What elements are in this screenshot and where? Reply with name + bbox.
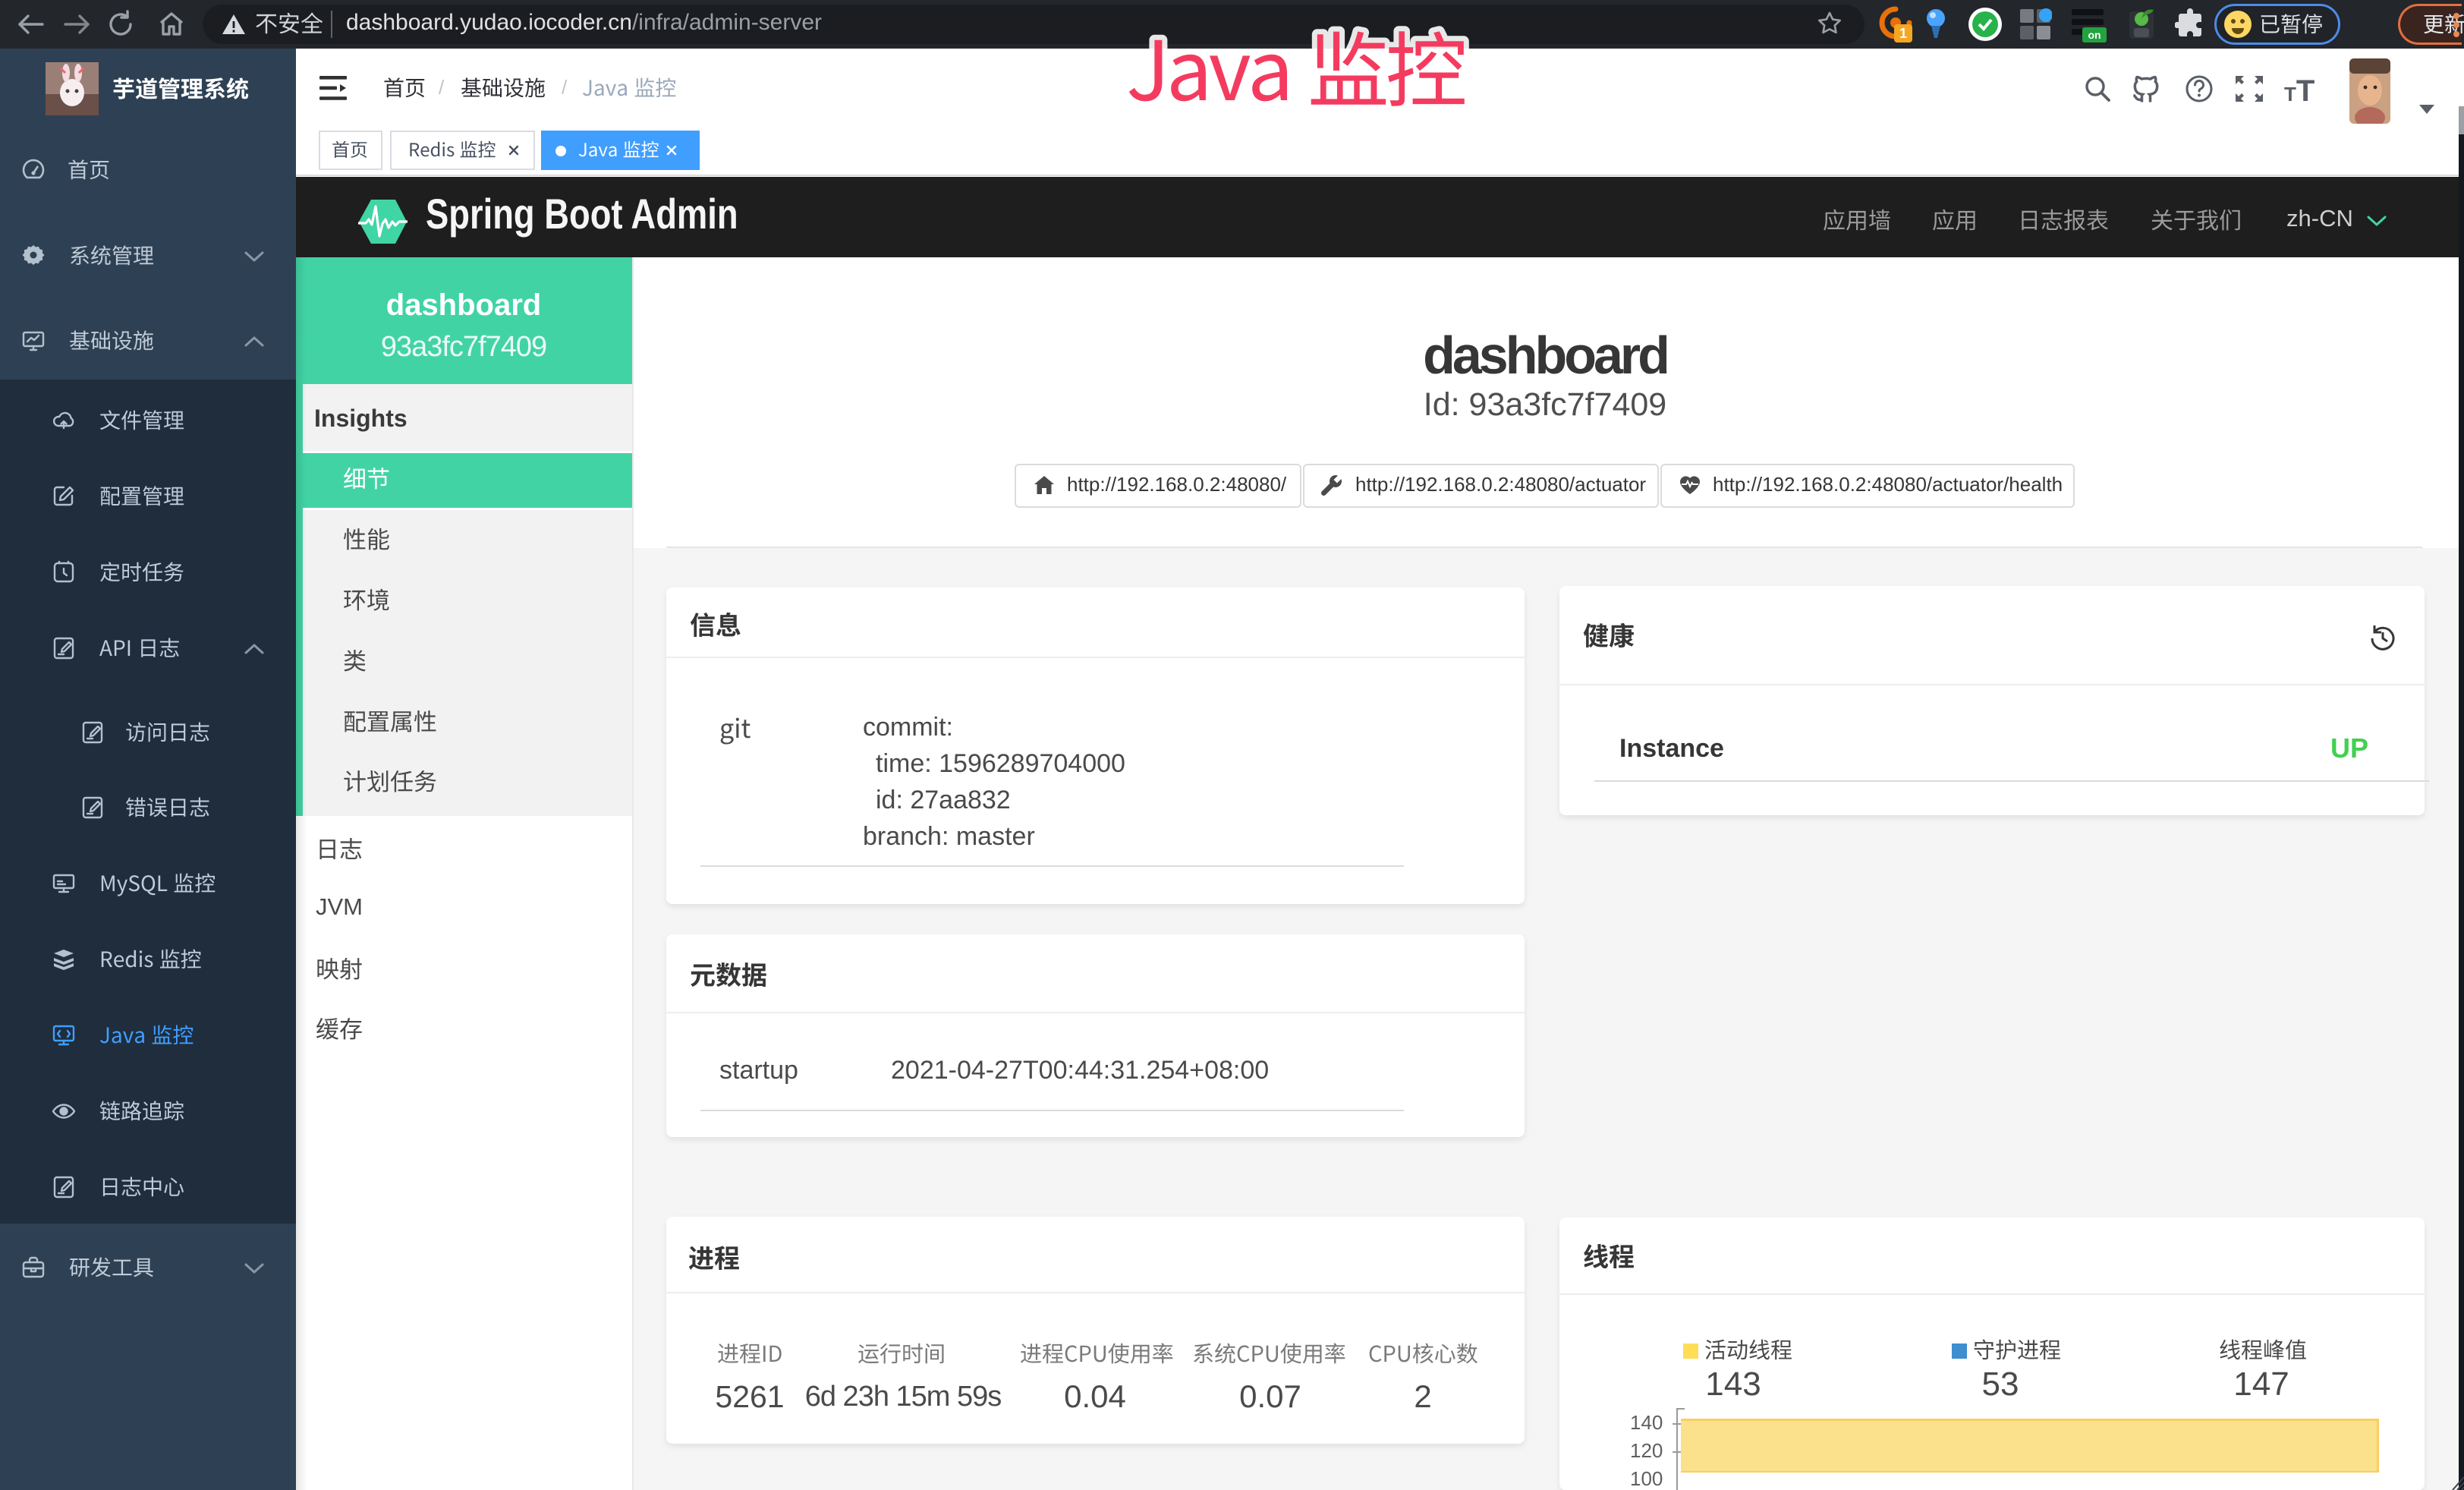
svg-text:1: 1 bbox=[1899, 26, 1907, 41]
svg-text:on: on bbox=[2088, 29, 2101, 41]
